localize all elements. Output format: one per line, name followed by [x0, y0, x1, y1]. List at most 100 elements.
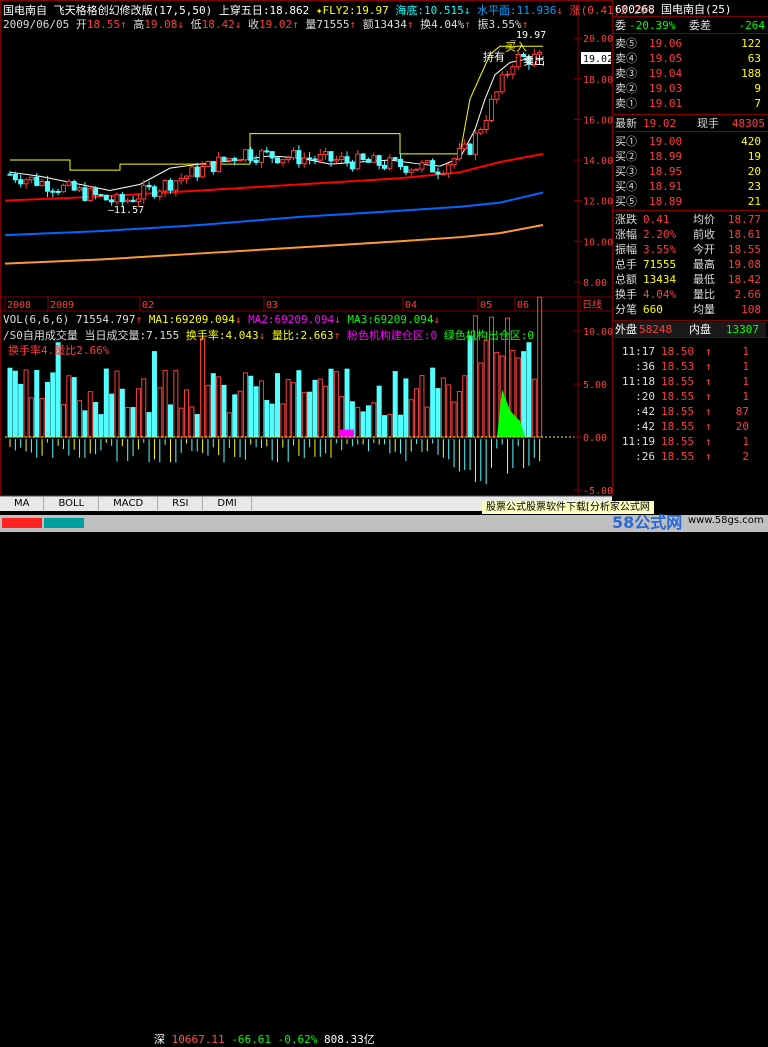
vol-bar [264, 399, 270, 438]
quote-cell: 1 [742, 375, 749, 388]
sell-level[interactable]: 卖④ 19.05 63 [615, 51, 766, 66]
price-axis-label: 14.00 [583, 156, 613, 167]
quote-cell: 7 [754, 97, 761, 110]
sell-level[interactable]: 卖② 19.03 9 [615, 81, 766, 96]
vol-bar [157, 387, 163, 438]
vol-bar [61, 404, 66, 438]
buy-level[interactable]: 买④ 18.91 23 [615, 179, 766, 194]
quote-cell: 660 [643, 303, 663, 316]
vol-bar [253, 386, 259, 438]
vol-bar [184, 389, 190, 438]
tab-rsi[interactable]: RSI [158, 497, 204, 511]
vol-bar [360, 411, 366, 438]
tab-dmi[interactable]: DMI [203, 497, 252, 511]
amount-value: 13434 [373, 18, 407, 31]
bar-date: 2009/06/05 [3, 18, 70, 31]
sell-level[interactable]: 卖① 19.01 7 [615, 96, 766, 111]
quote-cell: 420 [741, 135, 761, 148]
candle-body [414, 168, 420, 171]
quote-cell: 18.55 [661, 450, 695, 463]
price-axis-label: 10.00 [583, 237, 613, 248]
ind-axis-label: 0.00 [583, 433, 607, 444]
vol-bar [446, 384, 452, 438]
candle-body [44, 181, 50, 192]
buy-level[interactable]: 买⑤ 18.89 21 [615, 194, 766, 209]
vol-bar [398, 414, 404, 438]
panel-divider [613, 337, 768, 338]
quote-cell: 9 [754, 82, 761, 95]
quote-cell: 18.42 [727, 273, 761, 286]
vol-bar [371, 402, 377, 438]
candle-body [285, 157, 291, 161]
sell-level[interactable]: 卖⑤ 19.06 122 [615, 36, 766, 51]
quote-cell: 0.41 [643, 213, 670, 226]
tick-row: 11:18 18.55 ↑ 1 [615, 374, 766, 389]
tab-ma[interactable]: MA [0, 497, 45, 511]
hold-signal: 持有 [483, 49, 505, 63]
vol-bar [419, 375, 425, 438]
quote-cell: -264 [738, 19, 766, 32]
time-axis-label: 05 [480, 300, 492, 311]
quote-cell: 122 [741, 37, 761, 50]
candle-body [232, 157, 238, 161]
stat-row: 振幅 3.55% 今开 18.55 [615, 242, 766, 257]
candle-body [307, 157, 313, 160]
tab-boll[interactable]: BOLL [44, 497, 100, 511]
tab-macd[interactable]: MACD [99, 497, 159, 511]
quote-cell: 振幅 [615, 243, 637, 256]
vol-bar [23, 369, 29, 438]
candle-body [248, 149, 254, 161]
quote-cell: :26 [635, 450, 655, 463]
vol-bar [531, 378, 537, 438]
high-value: 19.08 [144, 18, 178, 31]
candle-body [50, 190, 56, 193]
vol-bar [82, 410, 88, 438]
quote-cell: 卖④ [615, 52, 637, 65]
vol-bar [12, 370, 18, 438]
vol-bar [312, 379, 318, 438]
quote-cell: 量比 [693, 288, 715, 301]
quote-cell: 前收 [693, 228, 715, 241]
candle-body [451, 158, 457, 166]
open-value: 18.55 [86, 18, 120, 31]
vol-bar [87, 391, 93, 438]
quote-cell: 63 [747, 52, 761, 65]
candle-body [403, 166, 409, 173]
vol-bar [333, 371, 339, 438]
candle-body [435, 171, 441, 175]
quote-cell: 23 [747, 180, 761, 193]
latest-price-row: 最新 19.02 现手 48305 [615, 116, 766, 131]
quote-cell: 1 [742, 360, 749, 373]
vol-bar [424, 406, 430, 438]
quote-cell: 13434 [643, 273, 677, 286]
vol-bar [301, 391, 307, 438]
candle-body [515, 53, 521, 68]
price-axis-label: 20.00 [583, 34, 613, 45]
sell-signal: 卖出 [523, 54, 545, 68]
candle-body [242, 149, 248, 161]
buy-level[interactable]: 买③ 18.95 20 [615, 164, 766, 179]
vol-bar [408, 399, 414, 438]
sell-level[interactable]: 卖③ 19.04 188 [615, 66, 766, 81]
quote-cell: ↑ [705, 360, 712, 373]
quote-cell: 总额 [615, 273, 637, 286]
quote-cell: 19.01 [649, 97, 683, 110]
quote-cell: 最低 [693, 273, 715, 286]
candle-body [344, 156, 350, 163]
vol-bar [526, 342, 532, 438]
quote-cell: 委差 [689, 19, 711, 32]
close-value: 19.02 [258, 18, 293, 31]
buy-level[interactable]: 买② 18.99 19 [615, 149, 766, 164]
vol-bar [430, 367, 436, 438]
quote-cell: ↑ [705, 405, 712, 418]
candle-body [371, 155, 377, 163]
candle-body [12, 173, 18, 181]
buy-level[interactable]: 买① 19.00 420 [615, 134, 766, 149]
candle-body [82, 187, 88, 201]
quote-cell: 18.91 [649, 180, 683, 193]
candle-body [499, 74, 505, 93]
vol-bar [98, 414, 104, 438]
vol-bar [285, 378, 291, 438]
index-ticker[interactable]: 深 10667.11 -66.61 -0.62% 808.33亿 [150, 1033, 379, 1047]
order-imbalance: 委 -20.39% 委差 -264 [615, 18, 766, 33]
